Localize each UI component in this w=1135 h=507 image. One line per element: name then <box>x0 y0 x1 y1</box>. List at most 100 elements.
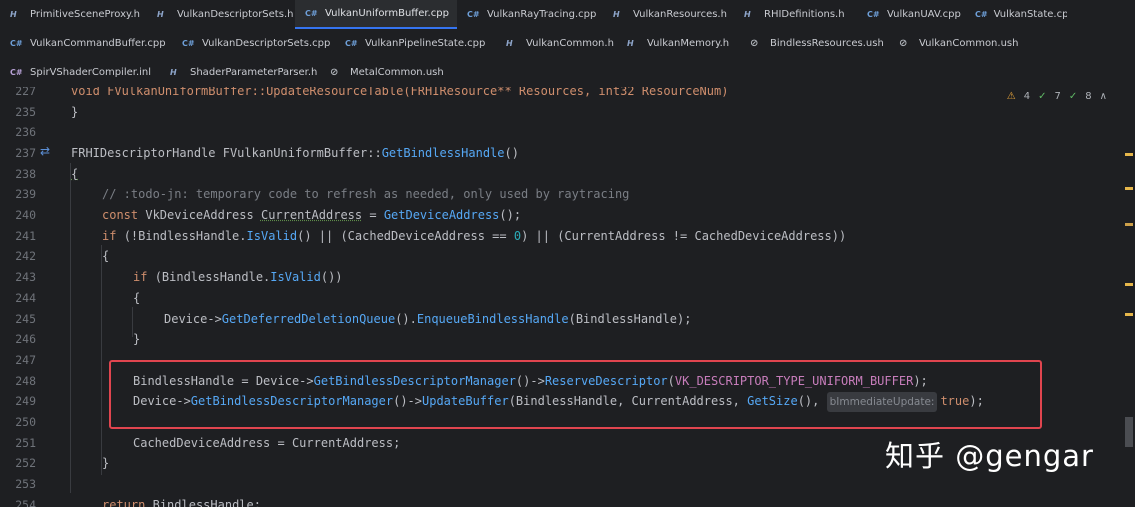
tab-vulkanuav-cpp[interactable]: C# VulkanUAV.cpp <box>857 0 965 29</box>
code-text: void FVulkanUniformBuffer::UpdateResourc… <box>71 87 729 98</box>
cpp-file-icon: C# <box>467 10 480 19</box>
tab-vulkanresources-h[interactable]: H VulkanResources.h <box>603 0 734 29</box>
chevron-up-icon[interactable]: ∧ <box>1100 91 1107 102</box>
code-text: () || (CachedDeviceAddress == <box>297 229 514 243</box>
code-number: 0 <box>513 229 522 243</box>
code-text: CurrentAddress <box>260 208 363 222</box>
line-number: 244 <box>15 291 36 305</box>
tab-label: VulkanCommon.ush <box>919 38 1019 49</box>
line-number: 250 <box>15 415 36 429</box>
code-line-227: void FVulkanUniformBuffer::UpdateResourc… <box>71 87 728 101</box>
code-line-251: CachedDeviceAddress = CurrentAddress; <box>133 433 400 453</box>
line-number: 236 <box>15 125 36 139</box>
tab-primitivesceneproxy-h[interactable]: H PrimitiveSceneProxy.h <box>0 0 147 29</box>
tab-vulkancommon-h[interactable]: H VulkanCommon.h <box>496 29 617 58</box>
function-name: IsValid <box>270 270 321 284</box>
tab-shaderparameterparser-h[interactable]: H ShaderParameterParser.h <box>160 58 320 87</box>
function-name: GetDeviceAddress <box>383 208 500 222</box>
cpp-file-icon: C# <box>305 9 318 18</box>
tab-label: RHIDefinitions.h <box>764 9 845 20</box>
editor-tab-bar: H PrimitiveSceneProxy.h H VulkanDescriptor… <box>0 0 1135 87</box>
tab-bindlessresources-ush[interactable]: ⊘ BindlessResources.ush <box>740 29 889 58</box>
tab-label: BindlessResources.ush <box>770 38 884 49</box>
code-text: FRHIDescriptorHandle <box>71 146 216 160</box>
cpp-file-icon: C# <box>182 39 195 48</box>
code-line-238: { <box>71 164 78 184</box>
shader-file-icon: ⊘ <box>750 38 759 49</box>
line-number: 246 <box>15 332 36 346</box>
tab-row-1: H PrimitiveSceneProxy.h H VulkanDescriptor… <box>0 0 1067 29</box>
tab-vulkandescriptorsets-h[interactable]: H VulkanDescriptorSets.h <box>147 0 295 29</box>
line-number: 253 <box>15 477 36 491</box>
code-line-240: const VkDeviceAddress CurrentAddress = G… <box>102 208 522 222</box>
line-number: 254 <box>15 498 36 507</box>
tab-label: VulkanDescriptorSets.cpp <box>202 38 331 49</box>
line-number: 251 <box>15 436 36 450</box>
tab-vulkanuniformbuffer-cpp[interactable]: C# VulkanUniformBuffer.cpp <box>295 0 457 29</box>
code-text: { <box>71 167 79 181</box>
scrollbar-thumb[interactable] <box>1125 417 1133 447</box>
code-text: const <box>102 208 139 222</box>
shader-file-icon: ⊘ <box>330 67 339 78</box>
tab-label: VulkanState.cpp <box>993 9 1067 20</box>
tab-spirvshadercompiler-inl[interactable]: C# SpirVShaderCompiler.inl <box>0 58 160 87</box>
header-file-icon: H <box>157 10 164 19</box>
tab-label: VulkanRayTracing.cpp <box>487 9 597 20</box>
scrollbar-marker <box>1125 187 1133 190</box>
code-text: (BindlessHandle. <box>154 270 271 284</box>
code-text: ) || (CurrentAddress != CachedDeviceAddr… <box>521 229 847 243</box>
line-number: 252 <box>15 456 36 470</box>
tab-row-2: C# VulkanCommandBuffer.cpp C# VulkanDescri… <box>0 29 1029 58</box>
function-name: GetDeferredDeletionQueue <box>221 312 396 326</box>
tab-vulkanmemory-h[interactable]: H VulkanMemory.h <box>617 29 740 58</box>
inline-file-icon: C# <box>10 68 23 77</box>
code-line-254: return BindlessHandle; <box>102 495 261 507</box>
code-text: } <box>133 332 141 346</box>
code-editor[interactable]: 227 235 236 237 238 239 240 241 242 243 … <box>0 87 1135 507</box>
code-line-243: if (BindlessHandle.IsValid()) <box>133 267 343 287</box>
inspection-widget[interactable]: ⚠ 4 ✓ 7 ✓ 8 ∧ <box>1007 91 1107 102</box>
line-number: 248 <box>15 374 36 388</box>
line-number: 241 <box>15 229 36 243</box>
code-text: VkDeviceAddress <box>145 208 254 222</box>
weak-warning-count: 7 <box>1054 91 1061 102</box>
line-number: 247 <box>15 353 36 367</box>
code-text: if <box>102 229 117 243</box>
scrollbar-marker <box>1125 283 1133 286</box>
header-file-icon: H <box>627 39 634 48</box>
tab-label: VulkanCommon.h <box>526 38 614 49</box>
code-text: (BindlessHandle); <box>568 312 692 326</box>
code-text: return <box>102 498 146 507</box>
tab-label: ShaderParameterParser.h <box>190 67 318 78</box>
line-number: 240 <box>15 208 36 222</box>
tab-vulkandescriptorsets-cpp[interactable]: C# VulkanDescriptorSets.cpp <box>172 29 335 58</box>
code-line-239: // :todo-jn: temporary code to refresh a… <box>102 184 629 204</box>
tab-metalcommon-ush[interactable]: ⊘ MetalCommon.ush <box>320 58 450 87</box>
tab-vulkancommandbuffer-cpp[interactable]: C# VulkanCommandBuffer.cpp <box>0 29 172 58</box>
line-number: 242 <box>15 249 36 263</box>
tab-label: MetalCommon.ush <box>350 67 444 78</box>
tab-rhidefinitions-h[interactable]: H RHIDefinitions.h <box>734 0 857 29</box>
tab-vulkanstate-cpp[interactable]: C# VulkanState.cpp <box>965 0 1067 29</box>
tab-vulkanraytracing-cpp[interactable]: C# VulkanRayTracing.cpp <box>457 0 603 29</box>
code-line-235: } <box>71 102 78 122</box>
tab-vulkanpipelinestate-cpp[interactable]: C# VulkanPipelineState.cpp <box>335 29 496 58</box>
tab-label: VulkanCommandBuffer.cpp <box>30 38 166 49</box>
code-line-241: if (!BindlessHandle.IsValid() || (Cached… <box>102 226 846 246</box>
typo-icon: ✓ <box>1068 91 1078 102</box>
editor-scrollbar[interactable] <box>1123 87 1135 507</box>
function-name: IsValid <box>246 229 298 243</box>
cpp-file-icon: C# <box>975 10 988 19</box>
tab-label: VulkanResources.h <box>633 9 727 20</box>
watermark: 知乎 @gengar <box>885 439 1094 473</box>
cpp-file-icon: C# <box>867 10 880 19</box>
implementation-sync-icon[interactable]: ⇄ <box>40 144 50 158</box>
code-line-244: { <box>133 288 140 308</box>
tab-vulkancommon-ush[interactable]: ⊘ VulkanCommon.ush <box>889 29 1029 58</box>
line-number-gutter: 227 235 236 237 238 239 240 241 242 243 … <box>0 87 62 507</box>
tab-label: PrimitiveSceneProxy.h <box>30 9 141 20</box>
code-text: BindlessHandle; <box>152 498 261 507</box>
code-text: { <box>133 291 141 305</box>
tab-label: SpirVShaderCompiler.inl <box>30 67 152 78</box>
code-text: } <box>102 456 110 470</box>
